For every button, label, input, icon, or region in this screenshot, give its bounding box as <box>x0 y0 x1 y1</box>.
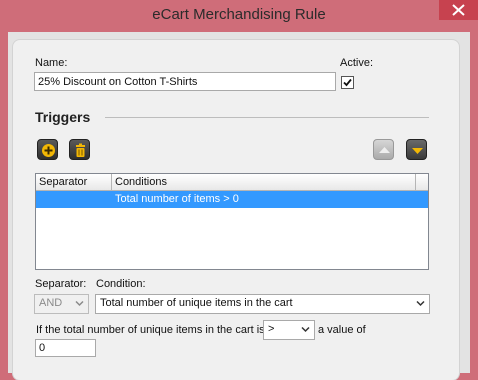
operator-select[interactable]: > <box>263 320 315 340</box>
chevron-down-icon <box>416 300 425 307</box>
separator-select-value: AND <box>39 297 63 309</box>
title-bar: eCart Merchandising Rule <box>0 0 478 32</box>
name-input[interactable] <box>34 72 336 91</box>
separator-label: Separator: <box>35 278 87 290</box>
checkmark-icon <box>343 78 352 87</box>
active-label: Active: <box>340 57 374 69</box>
condition-label: Condition: <box>96 278 146 290</box>
row-condition-cell: Total number of items > 0 <box>115 193 239 205</box>
active-checkbox[interactable] <box>341 76 354 89</box>
close-icon <box>452 4 465 16</box>
add-trigger-button[interactable] <box>37 139 58 160</box>
table-row[interactable]: Total number of items > 0 <box>36 191 428 208</box>
delete-trigger-button[interactable] <box>69 139 90 160</box>
arrow-up-icon <box>379 147 390 153</box>
operator-select-value: > <box>268 323 275 335</box>
name-label: Name: <box>35 57 68 69</box>
condition-select-value: Total number of unique items in the cart <box>100 297 293 309</box>
section-divider <box>105 117 429 118</box>
condition-sentence-prefix: If the total number of unique items in t… <box>36 324 265 336</box>
close-button[interactable] <box>439 0 478 20</box>
row-separator-cell <box>36 191 112 208</box>
chevron-down-icon <box>301 326 310 333</box>
move-up-button[interactable] <box>373 139 394 160</box>
value-input[interactable] <box>35 339 96 357</box>
arrow-down-icon <box>412 148 423 154</box>
move-down-button[interactable] <box>406 139 427 160</box>
column-header-separator[interactable]: Separator <box>36 174 112 190</box>
condition-select[interactable]: Total number of unique items in the cart <box>95 294 430 314</box>
window-title: eCart Merchandising Rule <box>152 6 326 23</box>
chevron-down-icon <box>75 300 84 307</box>
separator-select[interactable]: AND <box>34 294 89 314</box>
triggers-table[interactable]: Separator Conditions Total number of ite… <box>35 173 429 270</box>
plus-icon <box>42 144 55 157</box>
table-header: Separator Conditions <box>36 174 428 191</box>
trash-icon <box>76 143 85 157</box>
condition-sentence-suffix: a value of <box>318 324 366 336</box>
column-header-conditions[interactable]: Conditions <box>112 174 416 190</box>
triggers-heading: Triggers <box>35 109 91 125</box>
